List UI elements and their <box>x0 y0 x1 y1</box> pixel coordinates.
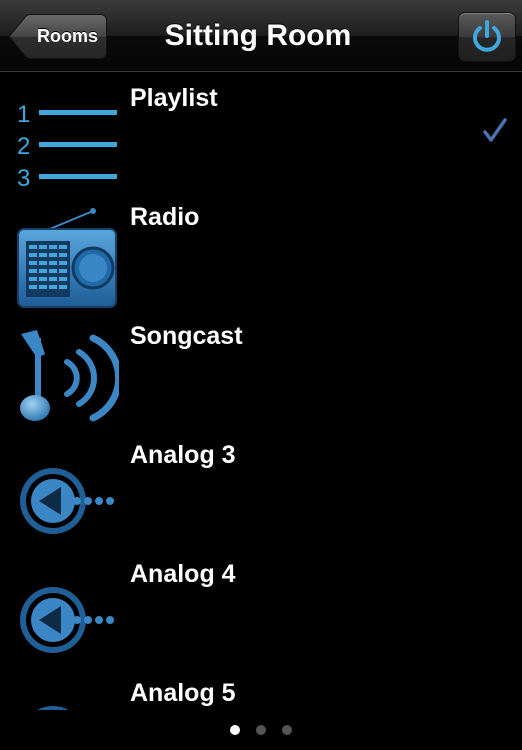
source-label: Analog 3 <box>130 441 236 469</box>
source-label: Songcast <box>130 322 243 350</box>
analog-input-icon <box>20 587 114 653</box>
svg-text:3: 3 <box>17 165 30 190</box>
analog-input-icon <box>37 706 69 710</box>
radio-icon <box>17 208 117 308</box>
source-row-analog-5[interactable]: Analog 5 <box>0 667 522 710</box>
page-indicator[interactable] <box>0 718 522 742</box>
source-label: Analog 4 <box>130 560 236 588</box>
rooms-back-button[interactable]: Rooms <box>8 14 107 59</box>
back-button-label: Rooms <box>36 26 98 46</box>
source-row-analog-4[interactable]: Analog 4 <box>0 548 522 667</box>
page-title: Sitting Room <box>164 19 352 52</box>
source-label: Analog 5 <box>130 679 236 707</box>
navigation-bar: Rooms Sitting Room <box>0 0 522 72</box>
page-dot-1[interactable] <box>230 725 240 735</box>
power-icon <box>473 20 501 52</box>
source-label: Radio <box>130 203 200 231</box>
power-button[interactable] <box>458 12 516 62</box>
playlist-icon: 1 2 3 <box>17 101 117 190</box>
source-label: Playlist <box>130 84 218 112</box>
source-row-songcast[interactable]: Songcast <box>0 310 522 429</box>
source-row-playlist[interactable]: 1 2 3 Playlist <box>0 72 522 191</box>
source-list[interactable]: 1 2 3 Playlist Radio Songcast Analog 3 A… <box>0 72 522 710</box>
svg-text:1: 1 <box>17 101 30 128</box>
source-row-radio[interactable]: Radio <box>0 191 522 310</box>
analog-input-icon <box>20 468 114 534</box>
source-row-analog-3[interactable]: Analog 3 <box>0 429 522 548</box>
svg-text:2: 2 <box>17 133 30 160</box>
songcast-icon <box>20 330 119 422</box>
page-dot-3[interactable] <box>282 725 292 735</box>
page-dot-2[interactable] <box>256 725 266 735</box>
checkmark-icon <box>483 118 507 142</box>
